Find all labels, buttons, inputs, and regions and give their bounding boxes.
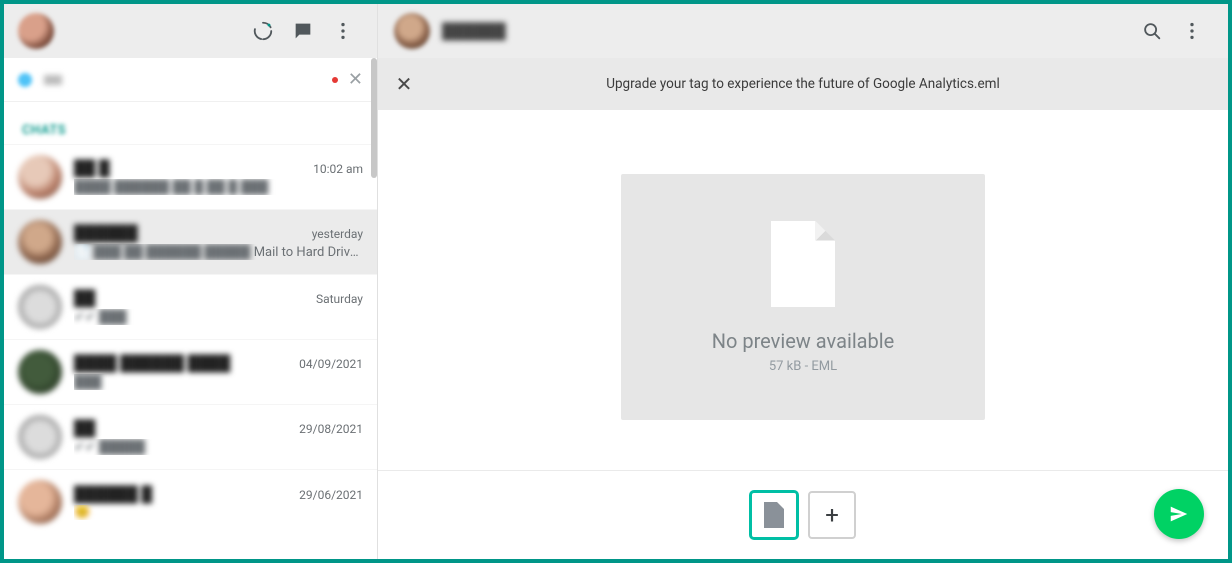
plus-icon: +: [825, 503, 839, 527]
status-icon[interactable]: [243, 11, 283, 51]
chat-snippet: ✔✔ █████: [74, 439, 363, 455]
send-button[interactable]: [1154, 489, 1204, 539]
chat-time: yesterday: [312, 227, 363, 241]
chat-name: ██: [74, 419, 95, 437]
chat-time: 10:02 am: [313, 162, 363, 176]
preview-box: No preview available 57 kB - EML: [621, 174, 985, 420]
chat-snippet: ✔✔ ███: [74, 309, 363, 325]
chat-menu-icon[interactable]: [1172, 11, 1212, 51]
sidebar: ✕ CHATS ██ █ 10:02 am ████ ██████ ██ █ ██ …: [4, 4, 378, 559]
add-attachment-button[interactable]: +: [808, 491, 856, 539]
main-panel: ██████ ✕ Upgrade your tag to experience …: [378, 4, 1228, 559]
chat-body: ██████ yesterday 📄 ███ ██ ██████ █████ Mai…: [74, 224, 363, 260]
chat-avatar: [18, 350, 62, 394]
chat-name: ████ ██████ ████: [74, 354, 230, 372]
chat-item[interactable]: ██ 29/08/2021 ✔✔ █████: [4, 404, 377, 469]
chat-body: ██ Saturday ✔✔ ███: [74, 289, 363, 325]
chat-time: 04/09/2021: [299, 357, 363, 371]
chat-list: ██ █10:02 am████ ██████ ██ █ ██ █ ██████…: [4, 144, 377, 559]
chat-snippet: ████ ██████ ██ █ ██ █ ███: [74, 179, 363, 195]
chat-body: ██ 29/08/2021 ✔✔ █████: [74, 419, 363, 455]
document-icon: [771, 221, 835, 307]
close-icon[interactable]: ✕: [378, 72, 430, 96]
chat-snippet: 📄 ███ ██ ██████ █████ Mail to Hard Drive…: [74, 244, 363, 260]
chat-name: ██████: [74, 224, 138, 242]
chat-avatar: [18, 480, 62, 524]
clear-filter-icon[interactable]: ✕: [348, 71, 363, 89]
tab-chats[interactable]: CHATS: [4, 102, 377, 144]
chat-snippet: ███: [74, 374, 363, 390]
chat-item[interactable]: ██████ yesterday 📄 ███ ██ ██████ █████ Mai…: [4, 209, 377, 274]
chat-body: ██ █ 10:02 am ████ ██████ ██ █ ██ █ ███: [74, 159, 363, 195]
app-frame: ✕ CHATS ██ █ 10:02 am ████ ██████ ██ █ ██ …: [0, 0, 1232, 563]
chat-time: Saturday: [316, 292, 363, 306]
chat-name: ██: [74, 289, 95, 307]
document-icon: [764, 502, 784, 528]
chat-time: 29/06/2021: [299, 488, 363, 502]
chat-name: ██ █: [74, 159, 110, 177]
chat-item[interactable]: ██ █ 10:02 am ████ ██████ ██ █ ██ █ ███: [4, 144, 377, 209]
attachment-filename: Upgrade your tag to experience the futur…: [378, 76, 1228, 92]
chat-body: ██████ █ 29/06/2021 😊: [74, 485, 363, 520]
chat-item[interactable]: ██████ █ 29/06/2021 😊: [4, 469, 377, 534]
chat-item[interactable]: ██ Saturday ✔✔ ███: [4, 274, 377, 339]
chat-avatar: [18, 220, 62, 264]
chat-avatar: [18, 415, 62, 459]
sidebar-header: [4, 4, 377, 58]
chat-snippet: 😊: [74, 505, 363, 520]
contact-avatar[interactable]: [394, 13, 430, 49]
menu-icon[interactable]: [323, 11, 363, 51]
attachment-header-bar: ✕ Upgrade your tag to experience the fut…: [378, 58, 1228, 110]
chat-item[interactable]: ████ ██████ ████ 04/09/2021 ███: [4, 339, 377, 404]
chat-name: ██████ █: [74, 485, 152, 503]
chat-body: ████ ██████ ████ 04/09/2021 ███: [74, 354, 363, 390]
unread-dot-icon: [332, 77, 338, 83]
no-preview-text: No preview available: [712, 329, 895, 353]
new-chat-icon[interactable]: [283, 11, 323, 51]
search-filter-row: ✕: [4, 58, 377, 102]
filter-chip-text[interactable]: [44, 75, 62, 85]
attachment-tray: +: [378, 471, 1228, 559]
scrollbar[interactable]: [371, 58, 377, 178]
preview-area: No preview available 57 kB - EML: [378, 110, 1228, 471]
chat-time: 29/08/2021: [299, 422, 363, 436]
my-avatar[interactable]: [18, 13, 54, 49]
chat-header: ██████: [378, 4, 1228, 58]
chat-avatar: [18, 285, 62, 329]
attachment-thumb[interactable]: [750, 491, 798, 539]
search-icon[interactable]: [1132, 11, 1172, 51]
filter-chip-icon[interactable]: [18, 73, 32, 87]
contact-name[interactable]: ██████: [442, 22, 506, 40]
chat-avatar: [18, 155, 62, 199]
file-meta: 57 kB - EML: [769, 359, 837, 374]
